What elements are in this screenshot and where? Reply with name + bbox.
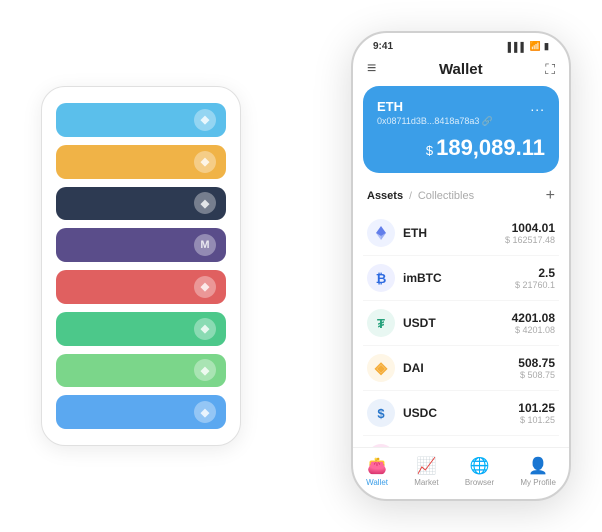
eth-icon: [367, 219, 395, 247]
imbtc-usd: $ 21760.1: [515, 280, 555, 290]
scene: ◆ ◆ ◆ M ◆ ◆ ◆ ◆ 9:41 ▌▌▌ 📶 ▮ ≡ Wallet ⛶ ETH ...…: [21, 16, 581, 516]
color-bar-icon-0: ◆: [194, 109, 216, 131]
asset-amounts-usdc: 101.25 $ 101.25: [518, 401, 555, 425]
color-bar-0: ◆: [56, 103, 226, 137]
market-nav-label: Market: [414, 478, 438, 487]
usdt-usd: $ 4201.08: [512, 325, 555, 335]
asset-name-imbtc: imBTC: [403, 271, 515, 285]
eth-card-balance: $189,089.11: [377, 135, 545, 161]
asset-list: ETH 1004.01 $ 162517.48 ₿ imBTC 2.5 $ 21…: [353, 211, 569, 447]
asset-name-usdc: USDC: [403, 406, 518, 420]
dai-amount: 508.75: [518, 356, 555, 370]
usdt-amount: 4201.08: [512, 311, 555, 325]
asset-amounts-eth: 1004.01 $ 162517.48: [505, 221, 555, 245]
wifi-icon: 📶: [530, 41, 541, 52]
tab-assets[interactable]: Assets: [367, 190, 403, 202]
phone-frame: 9:41 ▌▌▌ 📶 ▮ ≡ Wallet ⛶ ETH ... 0x08711d…: [351, 31, 571, 501]
color-bar-6: ◆: [56, 354, 226, 388]
usdc-amount: 101.25: [518, 401, 555, 415]
asset-item-eth[interactable]: ETH 1004.01 $ 162517.48: [363, 211, 559, 256]
nav-profile[interactable]: 👤 My Profile: [520, 456, 556, 487]
asset-amounts-imbtc: 2.5 $ 21760.1: [515, 266, 555, 290]
color-bar-icon-2: ◆: [194, 192, 216, 214]
currency-symbol: $: [426, 143, 433, 158]
page-title: Wallet: [439, 61, 483, 78]
usdc-usd: $ 101.25: [518, 415, 555, 425]
phone-header: ≡ Wallet ⛶: [353, 56, 569, 86]
eth-card-header: ETH ...: [377, 98, 545, 114]
color-bar-icon-1: ◆: [194, 151, 216, 173]
assets-header: Assets / Collectibles +: [353, 181, 569, 211]
wallet-nav-label: Wallet: [366, 478, 388, 487]
bottom-nav: 👛 Wallet 📈 Market 🌐 Browser 👤 My Profile: [353, 447, 569, 499]
asset-amounts-dai: 508.75 $ 508.75: [518, 356, 555, 380]
nav-wallet[interactable]: 👛 Wallet: [366, 456, 388, 487]
market-nav-icon: 📈: [416, 456, 436, 476]
status-icons: ▌▌▌ 📶 ▮: [508, 41, 549, 52]
color-bar-icon-3: M: [194, 234, 216, 256]
nav-market[interactable]: 📈 Market: [414, 456, 438, 487]
imbtc-icon: ₿: [367, 264, 395, 292]
status-time: 9:41: [373, 41, 393, 52]
imbtc-amount: 2.5: [515, 266, 555, 280]
color-bar-7: ◆: [56, 395, 226, 429]
browser-nav-icon: 🌐: [470, 456, 490, 476]
color-bar-icon-5: ◆: [194, 318, 216, 340]
asset-amounts-usdt: 4201.08 $ 4201.08: [512, 311, 555, 335]
profile-nav-icon: 👤: [528, 456, 548, 476]
dai-usd: $ 508.75: [518, 370, 555, 380]
menu-icon[interactable]: ≡: [367, 60, 376, 78]
expand-icon[interactable]: ⛶: [545, 61, 555, 78]
profile-nav-label: My Profile: [520, 478, 556, 487]
asset-name-dai: DAI: [403, 361, 518, 375]
asset-item-dai[interactable]: ◈ DAI 508.75 $ 508.75: [363, 346, 559, 391]
eth-card-more[interactable]: ...: [530, 98, 545, 114]
assets-tabs: Assets / Collectibles: [367, 190, 474, 202]
color-bar-3: M: [56, 228, 226, 262]
balance-amount: 189,089.11: [436, 135, 545, 160]
color-bar-1: ◆: [56, 145, 226, 179]
battery-icon: ▮: [544, 41, 549, 52]
asset-item-tft[interactable]: 🦋 TFT 13 0: [363, 436, 559, 447]
eth-amount: 1004.01: [505, 221, 555, 235]
asset-item-usdc[interactable]: $ USDC 101.25 $ 101.25: [363, 391, 559, 436]
color-bar-4: ◆: [56, 270, 226, 304]
tab-divider: /: [409, 191, 412, 202]
dai-icon: ◈: [367, 354, 395, 382]
asset-item-imbtc[interactable]: ₿ imBTC 2.5 $ 21760.1: [363, 256, 559, 301]
signal-icon: ▌▌▌: [508, 42, 527, 52]
color-bar-5: ◆: [56, 312, 226, 346]
tab-collectibles[interactable]: Collectibles: [418, 190, 474, 202]
browser-nav-label: Browser: [465, 478, 494, 487]
asset-name-usdt: USDT: [403, 316, 512, 330]
background-card: ◆ ◆ ◆ M ◆ ◆ ◆ ◆: [41, 86, 241, 446]
eth-card-title: ETH: [377, 99, 403, 114]
color-bar-icon-6: ◆: [194, 359, 216, 381]
eth-card: ETH ... 0x08711d3B...8418a78a3 🔗 $189,08…: [363, 86, 559, 173]
color-bar-2: ◆: [56, 187, 226, 221]
color-bar-icon-7: ◆: [194, 401, 216, 423]
asset-item-usdt[interactable]: ₮ USDT 4201.08 $ 4201.08: [363, 301, 559, 346]
wallet-nav-icon: 👛: [367, 456, 387, 476]
color-bar-icon-4: ◆: [194, 276, 216, 298]
eth-card-address: 0x08711d3B...8418a78a3 🔗: [377, 116, 545, 127]
usdt-icon: ₮: [367, 309, 395, 337]
asset-name-eth: ETH: [403, 226, 505, 240]
add-asset-button[interactable]: +: [546, 187, 555, 205]
eth-usd: $ 162517.48: [505, 235, 555, 245]
nav-browser[interactable]: 🌐 Browser: [465, 456, 494, 487]
status-bar: 9:41 ▌▌▌ 📶 ▮: [353, 33, 569, 56]
usdc-icon: $: [367, 399, 395, 427]
